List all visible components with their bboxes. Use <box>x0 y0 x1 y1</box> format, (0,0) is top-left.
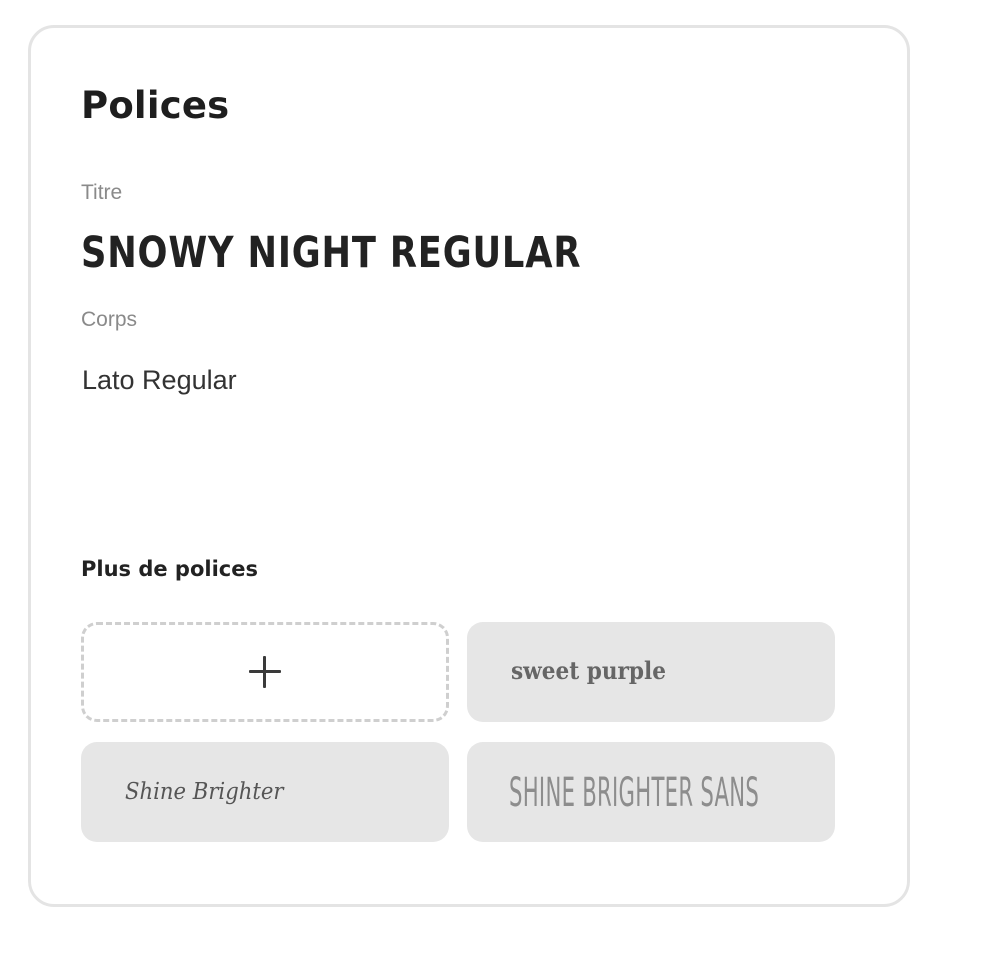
font-option-label: sweet purple <box>511 656 666 685</box>
more-fonts-label: Plus de polices <box>81 557 258 581</box>
heading-font-selector[interactable]: SNOWY NIGHT REGULAR <box>81 224 581 282</box>
heading-font-label: Titre <box>81 181 123 204</box>
add-font-button[interactable] <box>81 622 449 722</box>
body-font-label: Corps <box>81 308 138 331</box>
panel-title: Polices <box>81 84 230 127</box>
font-option-shine-brighter[interactable]: Shine Brighter <box>81 742 449 842</box>
font-option-label: Shine Brighter <box>125 779 284 805</box>
font-option-sweet-purple[interactable]: sweet purple <box>467 622 835 722</box>
font-option-shine-brighter-sans[interactable]: SHINE BRIGHTER SANS <box>467 742 835 842</box>
fonts-panel: Polices Titre SNOWY NIGHT REGULAR Corps … <box>28 25 910 907</box>
body-font-selector[interactable]: Lato Regular <box>82 361 237 399</box>
font-option-label: SHINE BRIGHTER SANS <box>509 770 760 816</box>
plus-icon <box>249 656 281 688</box>
